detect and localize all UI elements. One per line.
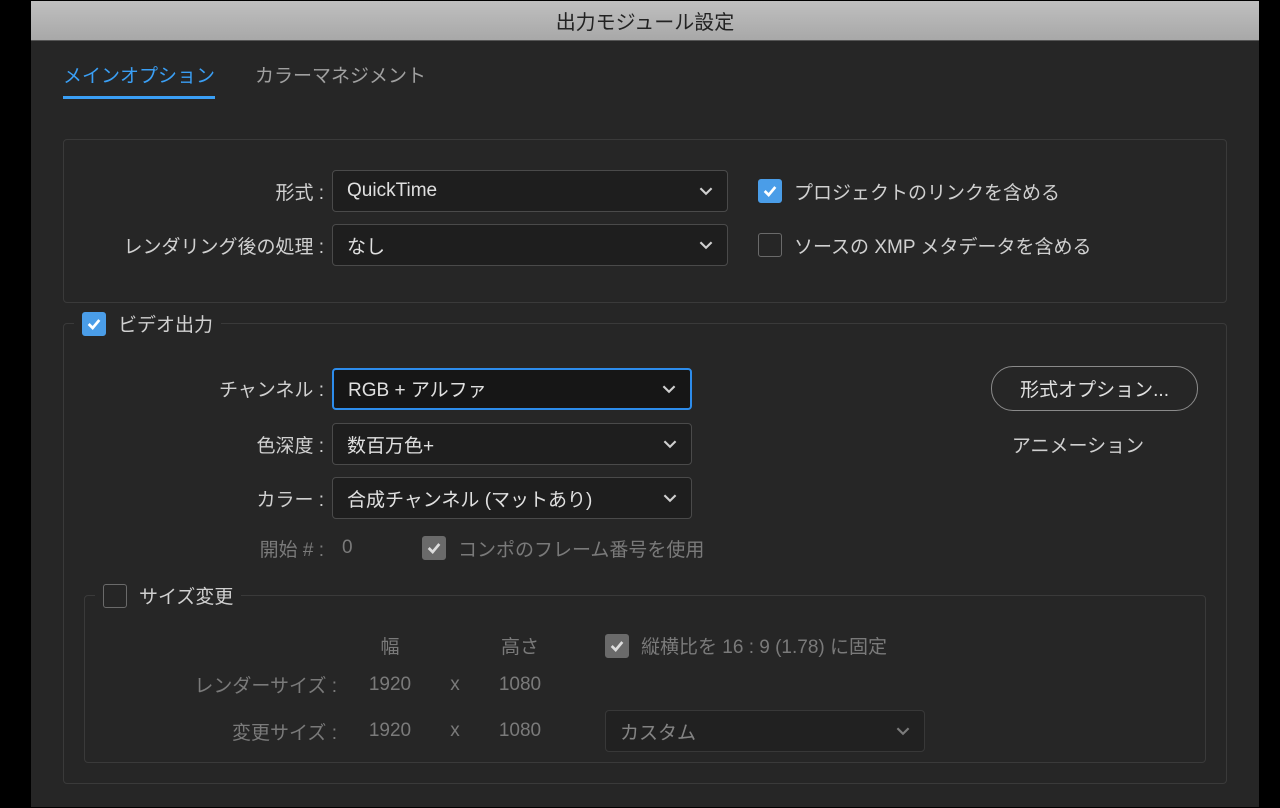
chevron-down-icon: [699, 238, 713, 252]
include-xmp-checkbox[interactable]: [758, 233, 782, 257]
color-label: カラー :: [84, 485, 332, 512]
resize-preset-select[interactable]: カスタム: [605, 710, 925, 752]
resize-width-value: 1920: [345, 720, 435, 742]
title-bar: 出力モジュール設定: [31, 1, 1259, 41]
codec-label: アニメーション: [958, 431, 1198, 458]
dialog-window: 出力モジュール設定 メインオプション カラーマネジメント 形式 : QuickT…: [30, 0, 1260, 808]
resize-preset-value: カスタム: [620, 718, 696, 745]
format-options-button[interactable]: 形式オプション...: [991, 366, 1198, 411]
format-options-label: 形式オプション...: [1020, 380, 1169, 401]
resize-grid: 幅 高さ 縦横比を 16 : 9 (1.78) に固定 レンダーサイズ : 19…: [105, 632, 1185, 752]
post-render-value: なし: [347, 232, 385, 259]
include-project-link-label: プロジェクトのリンクを含める: [794, 178, 1060, 205]
include-project-link-row[interactable]: プロジェクトのリンクを含める: [758, 178, 1060, 205]
x-separator: x: [435, 720, 475, 742]
channels-select[interactable]: RGB + アルファ: [332, 368, 692, 410]
depth-label: 色深度 :: [84, 431, 332, 458]
video-output-fieldset: ビデオ出力 チャンネル : RGB + アルファ 形式オプション... 色深度 …: [63, 323, 1227, 784]
post-render-label: レンダリング後の処理 :: [84, 232, 332, 259]
start-number-label: 開始 # :: [84, 535, 332, 562]
chevron-down-icon: [896, 724, 910, 738]
render-width-value: 1920: [345, 674, 435, 696]
tab-color-label: カラーマネジメント: [255, 66, 426, 87]
resize-checkbox[interactable]: [103, 584, 127, 608]
width-header: 幅: [345, 632, 435, 659]
chevron-down-icon: [663, 491, 677, 505]
video-output-legend: ビデオ出力: [74, 310, 221, 337]
chevron-down-icon: [699, 184, 713, 198]
channels-value: RGB + アルファ: [348, 375, 487, 402]
dialog-title: 出力モジュール設定: [556, 6, 735, 35]
depth-select[interactable]: 数百万色+: [332, 423, 692, 465]
video-output-checkbox[interactable]: [82, 312, 106, 336]
format-value: QuickTime: [347, 180, 437, 202]
tab-bar: メインオプション カラーマネジメント: [63, 61, 1227, 99]
render-height-value: 1080: [475, 674, 565, 696]
resize-label: サイズ変更: [139, 582, 233, 609]
lock-aspect-checkbox[interactable]: [605, 634, 629, 658]
format-label: 形式 :: [84, 178, 332, 205]
video-output-label: ビデオ出力: [118, 310, 213, 337]
depth-value: 数百万色+: [347, 431, 434, 458]
format-select[interactable]: QuickTime: [332, 170, 728, 212]
start-number-value: 0: [332, 537, 422, 559]
post-render-select[interactable]: なし: [332, 224, 728, 266]
include-xmp-label: ソースの XMP メタデータを含める: [794, 232, 1091, 259]
include-project-link-checkbox[interactable]: [758, 179, 782, 203]
color-value: 合成チャンネル (マットあり): [347, 485, 592, 512]
resize-legend: サイズ変更: [95, 582, 241, 609]
use-comp-frame-label: コンポのフレーム番号を使用: [458, 535, 704, 562]
height-header: 高さ: [475, 632, 565, 659]
resize-fieldset: サイズ変更 幅 高さ 縦横比を 16 : 9 (1.78) に固定: [84, 595, 1206, 763]
use-comp-frame-row[interactable]: コンポのフレーム番号を使用: [422, 535, 704, 562]
use-comp-frame-checkbox[interactable]: [422, 536, 446, 560]
dialog-content: メインオプション カラーマネジメント 形式 : QuickTime: [31, 41, 1259, 807]
tab-main-options[interactable]: メインオプション: [63, 61, 215, 99]
tab-color-management[interactable]: カラーマネジメント: [255, 61, 426, 99]
format-panel: 形式 : QuickTime プロジェクトのリンクを含める レンダリング後の処理…: [63, 139, 1227, 303]
resize-height-value: 1080: [475, 720, 565, 742]
tab-main-label: メインオプション: [63, 66, 215, 87]
chevron-down-icon: [662, 382, 676, 396]
include-xmp-row[interactable]: ソースの XMP メタデータを含める: [758, 232, 1091, 259]
chevron-down-icon: [663, 437, 677, 451]
resize-size-label: 変更サイズ :: [105, 718, 345, 745]
lock-aspect-label: 縦横比を 16 : 9 (1.78) に固定: [641, 632, 887, 659]
channels-label: チャンネル :: [84, 375, 332, 402]
lock-aspect-row[interactable]: 縦横比を 16 : 9 (1.78) に固定: [605, 632, 925, 659]
render-size-label: レンダーサイズ :: [105, 671, 345, 698]
x-separator: x: [435, 674, 475, 696]
color-select[interactable]: 合成チャンネル (マットあり): [332, 477, 692, 519]
